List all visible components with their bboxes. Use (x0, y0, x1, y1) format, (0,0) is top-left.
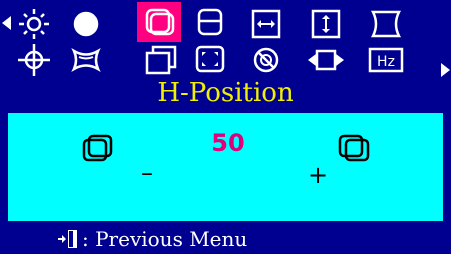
h-position-value: 50 (211, 129, 245, 157)
pincushion-icon[interactable] (364, 4, 408, 44)
v-position-icon[interactable] (188, 4, 232, 44)
v-size-icon[interactable] (304, 4, 348, 44)
parallelogram-icon[interactable] (139, 40, 183, 80)
previous-menu-label: : Previous Menu (82, 227, 248, 251)
h-position-right-icon (336, 133, 372, 167)
trapezoid-icon[interactable] (64, 40, 108, 80)
contrast-icon[interactable] (64, 4, 108, 44)
arrow-right-icon[interactable] (441, 63, 450, 77)
svg-text:Hz: Hz (377, 54, 395, 70)
rotation-icon[interactable] (12, 40, 56, 80)
zoom-icon[interactable] (188, 40, 232, 80)
h-size-icon[interactable] (244, 4, 288, 44)
exit-icon[interactable] (57, 228, 79, 254)
footer: : Previous Menu (0, 226, 451, 251)
frequency-icon[interactable]: Hz (364, 40, 408, 80)
adjustment-panel: 50 – + (8, 113, 443, 221)
page-title: H-Position (157, 78, 294, 108)
h-position-icon[interactable] (137, 2, 181, 42)
h-position-left-icon (80, 133, 116, 167)
moire-icon[interactable] (304, 40, 348, 80)
degauss-icon[interactable] (244, 40, 288, 80)
osd-menu: Hz H-Position 50 – +: Previous Menu (0, 0, 451, 251)
decrease-button[interactable]: – (141, 161, 153, 185)
arrow-left-icon[interactable] (2, 16, 11, 30)
brightness-icon[interactable] (12, 4, 56, 44)
increase-button[interactable]: + (308, 163, 328, 187)
